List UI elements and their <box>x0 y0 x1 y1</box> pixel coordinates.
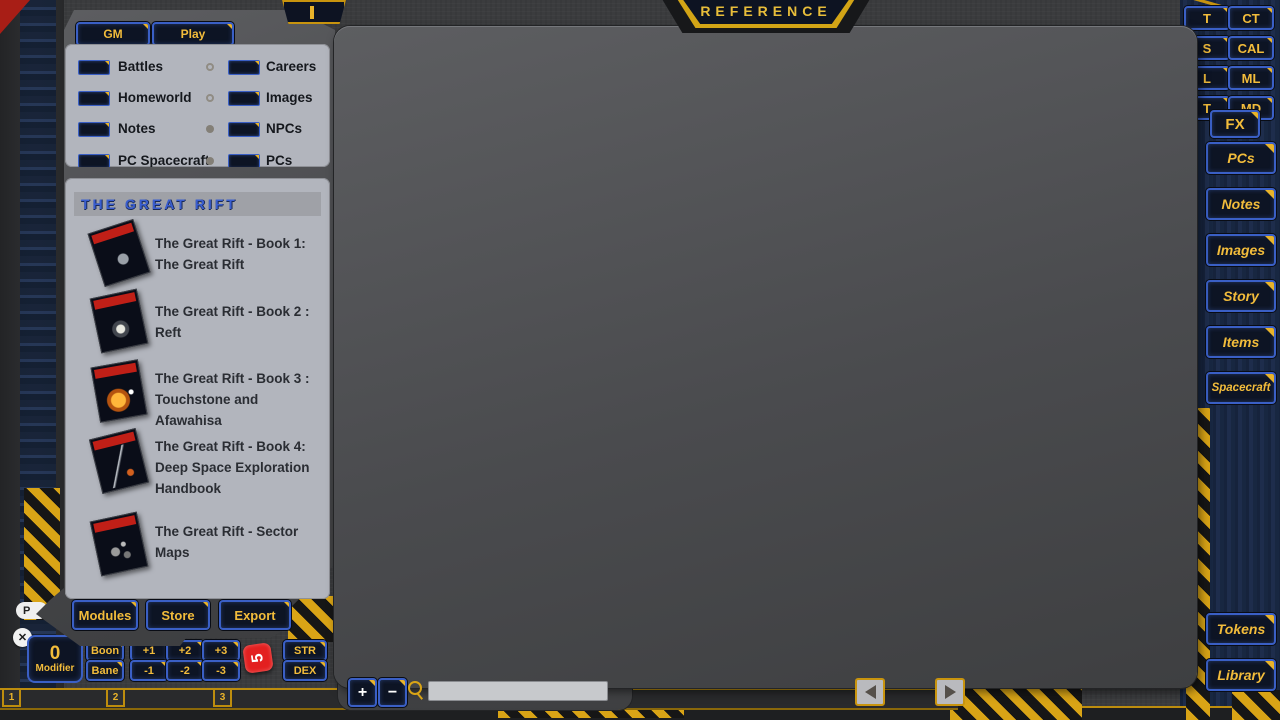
sidebar-button-ct[interactable]: CT <box>1228 6 1274 30</box>
tab-play[interactable]: Play <box>152 22 234 46</box>
module-status-dot <box>206 125 214 133</box>
sidebar-bottom-buttons: Tokens Library <box>1206 613 1276 705</box>
hotbar-tab-3[interactable]: 3 <box>213 688 232 707</box>
module-group-title: THE GREAT RIFT <box>74 192 321 216</box>
book-cover-thumbnail <box>91 359 148 422</box>
module-toggle-battles[interactable] <box>78 60 110 75</box>
hud-button-dex[interactable]: DEX <box>283 660 327 681</box>
sidebar-button-ml[interactable]: ML <box>1228 66 1274 90</box>
hud-button-str[interactable]: STR <box>283 640 327 661</box>
module-toggle-npcs[interactable] <box>228 122 260 137</box>
book-title-line: The Great Rift - Sector <box>155 521 298 542</box>
hud-button--3[interactable]: -3 <box>202 660 240 681</box>
sidebar-button-pcs[interactable]: PCs <box>1206 142 1276 174</box>
module-status-dot <box>206 157 214 165</box>
sidebar-small-button-partial-t[interactable]: T <box>1184 6 1230 30</box>
book-cover-art <box>95 441 145 490</box>
book-cover-art <box>95 525 144 573</box>
reference-window-frame[interactable] <box>334 26 1197 688</box>
sidebar-button-spacecraft[interactable]: Spacecraft <box>1206 372 1276 404</box>
book-cover-thumbnail <box>89 428 149 494</box>
book-title: The Great Rift - Book 1:The Great Rift <box>155 233 306 275</box>
page-previous-button[interactable] <box>855 678 885 706</box>
modifier-label: Modifier <box>36 663 75 674</box>
module-label-pc-spacecraft: PC Spacecraft <box>118 153 210 167</box>
sidebar-main-buttons: PCs Notes Images Story Items Spacecraft <box>1206 142 1276 418</box>
footer-button-store[interactable]: Store <box>146 600 210 630</box>
module-label-pcs: PCs <box>266 153 292 167</box>
zoom-in-button[interactable]: + <box>348 678 377 707</box>
book-title: The Great Rift - Book 3 :Touchstone andA… <box>155 368 310 431</box>
modifier-box[interactable]: 0 Modifier <box>27 635 83 683</box>
sidebar-button-items[interactable]: Items <box>1206 326 1276 358</box>
book-title-line: Maps <box>155 542 298 563</box>
book-cover-thumbnail <box>90 289 149 354</box>
module-library-panel: THE GREAT RIFT The Great Rift - Book 1:T… <box>65 178 330 599</box>
sidebar-button-story[interactable]: Story <box>1206 280 1276 312</box>
corner-red-decoration <box>0 0 30 34</box>
library-title-plate-partial <box>282 0 346 24</box>
page-next-button[interactable] <box>935 678 965 706</box>
book-title-line: Deep Space Exploration <box>155 457 310 478</box>
sidebar-button-fx[interactable]: FX <box>1210 110 1260 138</box>
book-title-line: The Great Rift - Book 2 : <box>155 301 310 322</box>
book-title-line: Handbook <box>155 478 310 499</box>
hotbar-tab-2[interactable]: 2 <box>106 688 125 707</box>
module-toggle-pc-spacecraft[interactable] <box>78 154 110 167</box>
hud-button--2[interactable]: -2 <box>166 660 204 681</box>
book-title: The Great Rift - Book 4:Deep Space Explo… <box>155 436 310 499</box>
hud-button--3[interactable]: +3 <box>202 640 240 661</box>
tab-gm[interactable]: GM <box>76 22 150 46</box>
footer-button-export[interactable]: Export <box>219 600 291 630</box>
book-title-line: The Great Rift - Book 1: <box>155 233 306 254</box>
sidebar-right-column: CTCALMLMD <box>1228 6 1274 126</box>
book-title-line: Afawahisa <box>155 410 310 431</box>
book-title-line: Touchstone and <box>155 389 310 410</box>
app-screen: 123 P ✕ 0 Modifier Boon+1+2+3Bane-1-2-3S… <box>0 0 1280 720</box>
hud-button-bane[interactable]: Bane <box>86 660 124 681</box>
sidebar-button-library[interactable]: Library <box>1206 659 1276 691</box>
module-label-homeworld: Homeworld <box>118 90 192 105</box>
reference-window-title: REFERENCE <box>672 0 860 24</box>
module-status-dot <box>206 94 214 102</box>
sidebar-button-cal[interactable]: CAL <box>1228 36 1274 60</box>
die-value: 5 <box>248 652 267 663</box>
die-d6[interactable]: 5 <box>242 642 274 674</box>
arrow-left-icon <box>865 685 876 699</box>
book-cover-art <box>95 302 144 350</box>
module-toggle-careers[interactable] <box>228 60 260 75</box>
module-label-notes: Notes <box>118 121 156 136</box>
zoom-out-button[interactable]: − <box>378 678 407 707</box>
hud-button--1[interactable]: -1 <box>130 660 168 681</box>
module-toggle-pcs[interactable] <box>228 154 260 167</box>
footer-button-modules[interactable]: Modules <box>72 600 138 630</box>
book-cover-thumbnail <box>90 512 149 577</box>
book-cover-art <box>96 373 144 420</box>
hazard-patch-right <box>950 688 1082 720</box>
module-toggle-notes[interactable] <box>78 122 110 137</box>
module-label-careers: Careers <box>266 59 316 74</box>
book-title-line: The Great Rift - Book 4: <box>155 436 310 457</box>
module-label-images: Images <box>266 90 313 105</box>
module-categories-panel: Battles Careers Homeworld Images Notes NPCs PC… <box>65 44 330 167</box>
module-label-battles: Battles <box>118 59 163 74</box>
book-title-line: The Great Rift - Book 3 : <box>155 368 310 389</box>
module-status-dot <box>206 63 214 71</box>
module-toggle-homeworld[interactable] <box>78 91 110 106</box>
book-title-line: The Great Rift <box>155 254 306 275</box>
book-cover-thumbnail <box>88 219 151 287</box>
arrow-right-icon <box>945 685 956 699</box>
sidebar-button-notes[interactable]: Notes <box>1206 188 1276 220</box>
book-title-line: Reft <box>155 322 310 343</box>
search-icon <box>408 681 422 695</box>
book-title: The Great Rift - SectorMaps <box>155 521 298 563</box>
sidebar-button-tokens[interactable]: Tokens <box>1206 613 1276 645</box>
modifier-value: 0 <box>50 644 61 663</box>
book-title: The Great Rift - Book 2 :Reft <box>155 301 310 343</box>
toc-search-input[interactable] <box>428 681 608 701</box>
module-label-npcs: NPCs <box>266 121 302 136</box>
module-toggle-images[interactable] <box>228 91 260 106</box>
hotbar-tab-1[interactable]: 1 <box>2 688 21 707</box>
sidebar-button-images[interactable]: Images <box>1206 234 1276 266</box>
